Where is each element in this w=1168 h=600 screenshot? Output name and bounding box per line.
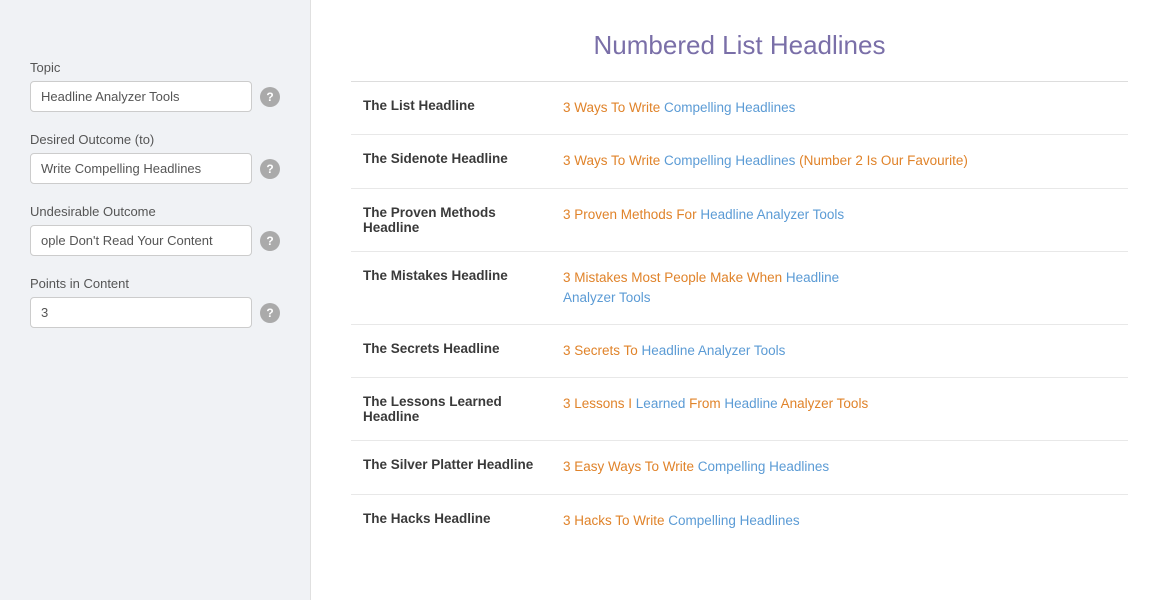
headline-type: The Sidenote Headline	[351, 135, 551, 188]
desired-outcome-help-icon[interactable]: ?	[260, 159, 280, 179]
desired-outcome-input[interactable]	[30, 153, 252, 184]
desired-outcome-label: Desired Outcome (to)	[30, 132, 280, 147]
headline-result: 3 Ways To Write Compelling Headlines (Nu…	[551, 135, 1128, 188]
page-container: Topic ? Desired Outcome (to) ? Undesirab…	[0, 0, 1168, 600]
undesirable-outcome-label: Undesirable Outcome	[30, 204, 280, 219]
headline-result: 3 Proven Methods For Headline Analyzer T…	[551, 188, 1128, 251]
headline-result: 3 Secrets To Headline Analyzer Tools	[551, 325, 1128, 378]
table-row: The Proven Methods Headline 3 Proven Met…	[351, 188, 1128, 251]
topic-help-icon[interactable]: ?	[260, 87, 280, 107]
topic-label: Topic	[30, 60, 280, 75]
desired-outcome-row: ?	[30, 153, 280, 184]
headline-result: 3 Ways To Write Compelling Headlines	[551, 82, 1128, 135]
headline-result: 3 Easy Ways To Write Compelling Headline…	[551, 441, 1128, 494]
headline-type: The Secrets Headline	[351, 325, 551, 378]
topic-input[interactable]	[30, 81, 252, 112]
headline-result: 3 Hacks To Write Compelling Headlines	[551, 494, 1128, 547]
undesirable-outcome-row: ?	[30, 225, 280, 256]
table-row: The Lessons Learned Headline 3 Lessons I…	[351, 378, 1128, 441]
headline-type: The Hacks Headline	[351, 494, 551, 547]
topic-row: ?	[30, 81, 280, 112]
undesirable-outcome-field-group: Undesirable Outcome ?	[30, 204, 280, 256]
desired-outcome-field-group: Desired Outcome (to) ?	[30, 132, 280, 184]
topic-field-group: Topic ?	[30, 60, 280, 112]
undesirable-outcome-input[interactable]	[30, 225, 252, 256]
table-row: The Mistakes Headline 3 Mistakes Most Pe…	[351, 251, 1128, 325]
table-row: The Silver Platter Headline 3 Easy Ways …	[351, 441, 1128, 494]
points-input[interactable]	[30, 297, 252, 328]
points-field-group: Points in Content ?	[30, 276, 280, 328]
points-label: Points in Content	[30, 276, 280, 291]
main-content: Numbered List Headlines The List Headlin…	[310, 0, 1168, 600]
table-row: The Sidenote Headline 3 Ways To Write Co…	[351, 135, 1128, 188]
sidebar: Topic ? Desired Outcome (to) ? Undesirab…	[0, 0, 310, 600]
headline-type: The Mistakes Headline	[351, 251, 551, 325]
headline-type: The List Headline	[351, 82, 551, 135]
page-title: Numbered List Headlines	[351, 30, 1128, 61]
table-row: The Secrets Headline 3 Secrets To Headli…	[351, 325, 1128, 378]
headline-result: 3 Mistakes Most People Make When Headlin…	[551, 251, 1128, 325]
headline-result: 3 Lessons I Learned From Headline Analyz…	[551, 378, 1128, 441]
results-table: The List Headline 3 Ways To Write Compel…	[351, 82, 1128, 547]
points-row: ?	[30, 297, 280, 328]
points-help-icon[interactable]: ?	[260, 303, 280, 323]
undesirable-outcome-help-icon[interactable]: ?	[260, 231, 280, 251]
headline-type: The Silver Platter Headline	[351, 441, 551, 494]
table-row: The List Headline 3 Ways To Write Compel…	[351, 82, 1128, 135]
headline-type: The Proven Methods Headline	[351, 188, 551, 251]
headline-type: The Lessons Learned Headline	[351, 378, 551, 441]
table-row: The Hacks Headline 3 Hacks To Write Comp…	[351, 494, 1128, 547]
